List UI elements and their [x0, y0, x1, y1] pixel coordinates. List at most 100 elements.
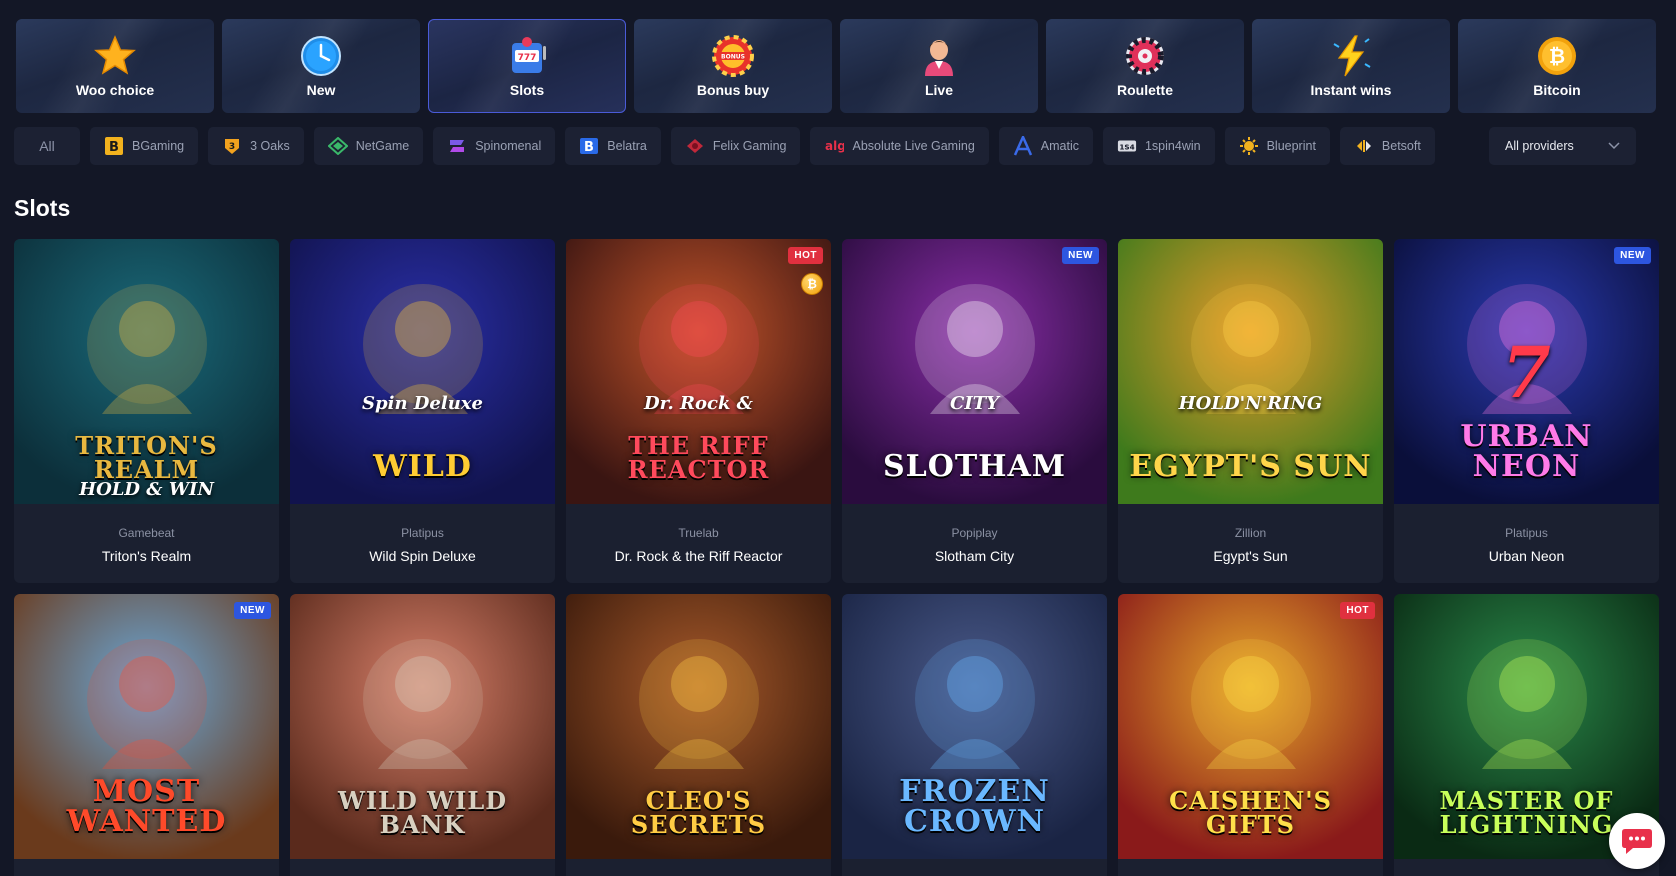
dropdown-value: All providers [1505, 139, 1574, 153]
game-art-icon [86, 639, 207, 769]
game-thumbnail[interactable]: FROZEN CROWN [842, 594, 1107, 859]
game-title[interactable]: Wild Spin Deluxe [290, 548, 555, 564]
bgaming-logo-icon: B [104, 136, 124, 156]
bonus-chip-icon: BONUS [712, 35, 754, 77]
svg-text:BONUS: BONUS [721, 54, 745, 61]
category-instant-wins[interactable]: Instant wins [1252, 19, 1450, 113]
game-card[interactable]: MOST WANTED NEW [14, 594, 279, 876]
game-art-title: EGYPT'S SUN [1129, 449, 1372, 484]
provider-label: Amatic [1040, 139, 1079, 153]
game-card[interactable]: WILD WILD BANK [290, 594, 555, 876]
netgame-logo-icon [327, 136, 348, 156]
game-title[interactable]: Urban Neon [1394, 548, 1659, 564]
provider-label: 3 Oaks [250, 139, 290, 153]
category-woo-choice[interactable]: Woo choice [16, 19, 214, 113]
svg-text:₿: ₿ [1549, 44, 1565, 68]
provider-1spin4win[interactable]: 1S4 1spin4win [1102, 127, 1215, 165]
game-art-title: SLOTHAM [882, 449, 1067, 484]
svg-text:alg: alg [825, 139, 844, 153]
game-title[interactable]: Dr. Rock & the Riff Reactor [566, 548, 831, 564]
provider-spinomenal[interactable]: Spinomenal [433, 127, 556, 165]
game-art-subtitle: Spin Deluxe [362, 393, 483, 414]
game-art-icon [638, 639, 759, 769]
spinomenal-logo-icon [447, 136, 467, 156]
provider-label: BGaming [132, 139, 185, 153]
game-thumbnail[interactable]: CLEO'S SECRETS [566, 594, 831, 859]
amatic-logo-icon [1013, 136, 1033, 156]
game-meta: Zillion Egypt's Sun [1118, 504, 1383, 564]
game-art-icon [1466, 639, 1587, 769]
game-card[interactable]: FROZEN CROWN [842, 594, 1107, 876]
provider-3oaks[interactable]: 3 3 Oaks [208, 127, 304, 165]
category-label: Slots [509, 82, 545, 98]
category-label: Roulette [1117, 82, 1173, 98]
provider-amatic[interactable]: Amatic [998, 127, 1093, 165]
category-bitcoin[interactable]: ₿ Bitcoin [1458, 19, 1656, 113]
game-card[interactable]: Dr. Rock & THE RIFF REACTOR HOT ₿ Truelab Dr.… [566, 239, 831, 583]
category-bar: Woo choice New 777 Slots BONUS Bonus buy [16, 19, 1656, 113]
game-thumbnail[interactable]: CITY SLOTHAM NEW [842, 239, 1107, 504]
provider-label: Belatra [607, 139, 647, 153]
game-art-title: URBAN NEON [1460, 419, 1593, 484]
game-meta: Platipus Urban Neon [1394, 504, 1659, 564]
game-provider: Truelab [678, 526, 719, 540]
game-thumbnail[interactable]: MOST WANTED NEW [14, 594, 279, 859]
game-thumbnail[interactable]: HOLD'N'RING EGYPT'S SUN [1118, 239, 1383, 504]
game-grid: HOLD & WIN TRITON'S REALM Gamebeat Triton's… [14, 239, 1659, 876]
svg-text:777: 777 [518, 53, 537, 63]
game-provider: Platipus [1505, 526, 1548, 540]
provider-all[interactable]: All [14, 127, 80, 165]
game-thumbnail[interactable]: 7 URBAN NEON NEW [1394, 239, 1659, 504]
provider-label: Betsoft [1381, 139, 1421, 153]
status-badge: NEW [234, 602, 271, 619]
provider-felix-gaming[interactable]: Felix Gaming [670, 127, 801, 165]
game-card[interactable]: Spin Deluxe WILD Platipus Wild Spin Deluxe [290, 239, 555, 583]
game-card[interactable]: HOLD'N'RING EGYPT'S SUN Zillion Egypt's Sun [1118, 239, 1383, 583]
game-art-title: MOST WANTED [66, 774, 227, 839]
game-provider: Gamebeat [118, 526, 175, 540]
game-card[interactable]: CITY SLOTHAM NEW Popiplay Slotham City [842, 239, 1107, 583]
game-art-icon [362, 639, 483, 769]
game-art-subtitle: 7 [1502, 331, 1551, 414]
alg-logo-icon: alg [824, 136, 844, 156]
chevron-down-icon [1608, 142, 1620, 150]
game-thumbnail[interactable]: Dr. Rock & THE RIFF REACTOR HOT ₿ [566, 239, 831, 504]
category-live[interactable]: Live [840, 19, 1038, 113]
game-title[interactable]: Slotham City [842, 548, 1107, 564]
game-art-title: THE RIFF REACTOR [627, 431, 770, 484]
svg-text:1S4: 1S4 [1119, 143, 1134, 152]
provider-betsoft[interactable]: Betsoft [1339, 127, 1435, 165]
game-thumbnail[interactable]: Spin Deluxe WILD [290, 239, 555, 504]
category-label: Instant wins [1310, 82, 1392, 98]
category-roulette[interactable]: Roulette [1046, 19, 1244, 113]
game-thumbnail[interactable]: HOLD & WIN TRITON'S REALM [14, 239, 279, 504]
provider-blueprint[interactable]: Blueprint [1224, 127, 1330, 165]
provider-netgame[interactable]: NetGame [313, 127, 424, 165]
provider-belatra[interactable]: B Belatra [565, 127, 661, 165]
category-bonus-buy[interactable]: BONUS Bonus buy [634, 19, 832, 113]
provider-label: Blueprint [1266, 139, 1316, 153]
svg-text:3: 3 [229, 142, 235, 152]
game-card[interactable]: CLEO'S SECRETS [566, 594, 831, 876]
provider-absolute-live-gaming[interactable]: alg Absolute Live Gaming [810, 127, 989, 165]
game-art-title: CLEO'S SECRETS [630, 786, 767, 839]
game-title[interactable]: Triton's Realm [14, 548, 279, 564]
game-card[interactable]: CAISHEN'S GIFTS HOT [1118, 594, 1383, 876]
blueprint-logo-icon [1239, 136, 1259, 156]
chat-button[interactable] [1609, 813, 1665, 869]
game-card[interactable]: HOLD & WIN TRITON'S REALM Gamebeat Triton's… [14, 239, 279, 583]
category-new[interactable]: New [222, 19, 420, 113]
game-art-subtitle: HOLD'N'RING [1178, 393, 1323, 414]
game-provider: Popiplay [951, 526, 998, 540]
belatra-logo-icon: B [579, 136, 599, 156]
game-thumbnail[interactable]: WILD WILD BANK [290, 594, 555, 859]
provider-label: 1spin4win [1144, 139, 1201, 153]
game-thumbnail[interactable]: CAISHEN'S GIFTS HOT [1118, 594, 1383, 859]
game-title[interactable]: Egypt's Sun [1118, 548, 1383, 564]
game-meta: Gamebeat Triton's Realm [14, 504, 279, 564]
provider-bgaming[interactable]: B BGaming [90, 127, 199, 165]
game-art-title: WILD [373, 449, 472, 484]
all-providers-dropdown[interactable]: All providers [1489, 127, 1636, 165]
game-card[interactable]: 7 URBAN NEON NEW Platipus Urban Neon [1394, 239, 1659, 583]
category-slots[interactable]: 777 Slots [428, 19, 626, 113]
